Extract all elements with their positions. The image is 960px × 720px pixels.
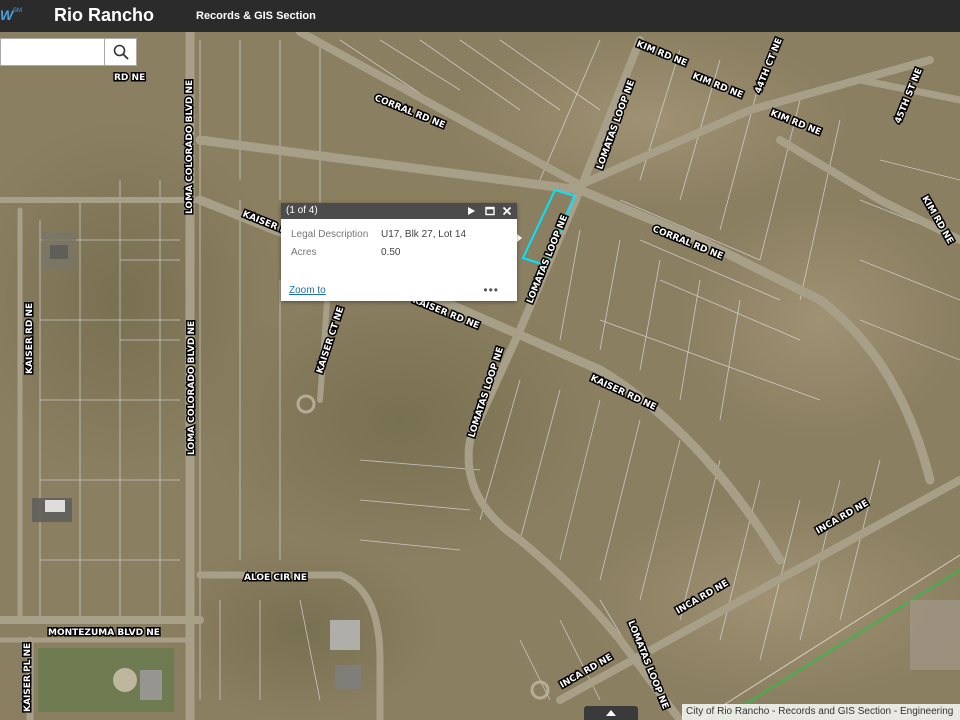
road-label-loma-colorado: LOMA COLORADO BLVD NE LOMA COLORADO BLVD… — [186, 319, 199, 456]
popup-title: (1 of 4) — [286, 205, 318, 216]
close-icon[interactable] — [501, 205, 513, 217]
info-popup: (1 of 4) Legal Description U17, Blk 27, … — [281, 203, 517, 301]
road-label-loma-colorado-text: LOMA COLORADO BLVD NE — [187, 321, 197, 455]
road-label-kaiser-rd-vertical: KAISER RD NE KAISER RD NE — [24, 301, 37, 375]
zoom-to-link[interactable]: Zoom to — [289, 285, 326, 296]
popup-header: (1 of 4) — [281, 203, 517, 219]
next-feature-icon[interactable] — [465, 205, 477, 217]
road-label-aloe-text: ALOE CIR NE — [244, 573, 307, 583]
map-attribution: City of Rio Rancho - Records and GIS Sec… — [682, 704, 960, 720]
road-label-kaiser-pl-text: KAISER PL NE — [23, 643, 33, 712]
road-label-kaiser-rd-vertical-text: KAISER RD NE — [25, 303, 35, 374]
road-label-aloe: ALOE CIR NE ALOE CIR NE — [243, 572, 309, 585]
app-logo-icon[interactable]: W — [0, 7, 13, 23]
bottom-panel-toggle[interactable] — [584, 706, 638, 720]
field-value: U17, Blk 27, Lot 14 — [381, 229, 467, 240]
maximize-icon[interactable] — [484, 205, 496, 217]
field-label: Legal Description — [291, 229, 369, 240]
logo-trademark: SM — [13, 8, 22, 14]
road-label-montezuma: MONTEZUMA BLVD NE MONTEZUMA BLVD NE — [47, 627, 162, 640]
road-label-loma-colorado-upper-text: LOMA COLORADO BLVD NE — [185, 80, 195, 214]
field-row-legal: Legal Description U17, Blk 27, Lot 14 — [291, 229, 517, 247]
app-title: Rio Rancho — [54, 5, 155, 25]
search-icon — [113, 44, 128, 60]
search-input[interactable] — [0, 38, 104, 66]
chevron-up-icon — [606, 710, 616, 716]
search-button[interactable] — [104, 38, 137, 66]
map-canvas[interactable]: KIM RD NE KIM RD NE KIM RD NE KIM RD NE … — [0, 0, 960, 720]
popup-body: Legal Description U17, Blk 27, Lot 14 Ac… — [281, 219, 517, 279]
road-label-kaiser-pl: KAISER PL NE KAISER PL NE — [22, 641, 35, 713]
road-label-loma-colorado-upper: LOMA COLORADO BLVD NE LOMA COLORADO BLVD… — [184, 78, 197, 215]
field-value: 0.50 — [381, 247, 401, 258]
road-label-partial: RD NE RD NE — [113, 72, 147, 85]
field-label: Acres — [291, 247, 317, 258]
field-row-acres: Acres 0.50 — [291, 247, 517, 265]
app-header: W SM Rio Rancho Records & GIS Section — [0, 0, 960, 32]
road-label-montezuma-text: MONTEZUMA BLVD NE — [48, 628, 160, 638]
search-bar — [0, 38, 137, 68]
road-label-partial-text: RD NE — [114, 73, 145, 83]
more-options-icon[interactable]: ••• — [483, 283, 499, 297]
section-title: Records & GIS Section — [196, 10, 316, 22]
